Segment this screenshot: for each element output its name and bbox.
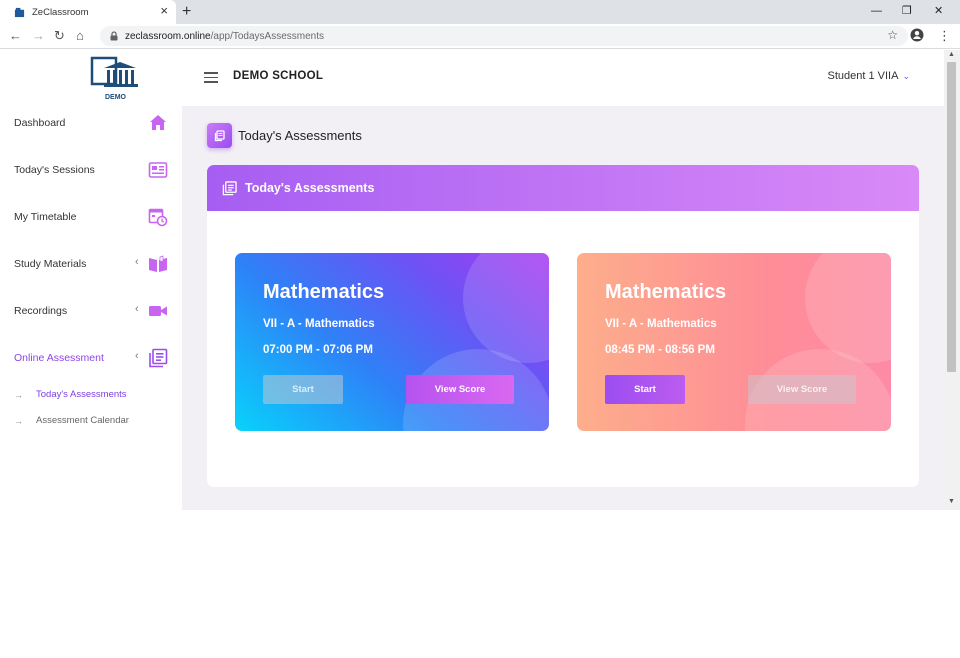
url-path: /app/TodaysAssessments — [210, 30, 324, 42]
minimize-button[interactable]: — — [871, 3, 882, 19]
sidebar-subitem-label: Today's Assessments — [36, 389, 127, 400]
profile-icon[interactable] — [910, 28, 924, 46]
sidebar-subitem-assessment-calendar[interactable]: → Assessment Calendar — [14, 415, 129, 426]
sidebar-item-recordings[interactable]: Recordings ‹ — [14, 299, 174, 323]
assessment-time: 07:00 PM - 07:06 PM — [263, 344, 373, 356]
browser-tabstrip: ZeClassroom × + — ❐ ✕ — [0, 0, 960, 24]
lock-icon — [110, 31, 118, 41]
panel-header: Today's Assessments — [207, 165, 919, 211]
browser-menu-icon[interactable]: ⋮ — [938, 28, 951, 44]
sidebar-subitem-todays-assessments[interactable]: → Today's Assessments — [14, 389, 127, 400]
sidebar: DEMO Dashboard Today's Sessions My Timet… — [0, 50, 182, 510]
video-icon — [149, 306, 167, 316]
sidebar-item-my-timetable[interactable]: My Timetable — [14, 205, 174, 229]
assessment-time: 08:45 PM - 08:56 PM — [605, 344, 715, 356]
page-title: Today's Assessments — [238, 128, 362, 143]
school-logo: DEMO — [90, 56, 138, 101]
scroll-up-arrow-icon[interactable]: ▲ — [948, 51, 955, 58]
view-score-button[interactable]: View Score — [406, 375, 514, 404]
chevron-left-icon: ‹ — [135, 303, 139, 315]
chevron-left-icon: ‹ — [135, 256, 139, 268]
sidebar-item-todays-sessions[interactable]: Today's Sessions — [14, 158, 174, 182]
user-name: Student 1 VIIA — [827, 70, 899, 82]
chevron-left-icon: ‹ — [135, 350, 139, 362]
arrow-right-icon: → — [14, 389, 23, 400]
browser-tab[interactable]: ZeClassroom × — [0, 0, 176, 24]
sidebar-item-label: Today's Sessions — [14, 164, 95, 176]
assessment-card: Mathematics VII - A - Mathematics 07:00 … — [235, 253, 549, 431]
assessment-subject: Mathematics — [263, 281, 385, 303]
assessment-icon — [149, 348, 168, 368]
address-bar[interactable]: zeclassroom.online/app/TodaysAssessments… — [100, 26, 908, 46]
sidebar-item-label: Online Assessment — [14, 352, 104, 364]
assessment-subject: Mathematics — [605, 281, 727, 303]
sidebar-item-label: Study Materials — [14, 258, 87, 270]
sidebar-item-dashboard[interactable]: Dashboard — [14, 111, 174, 135]
app: DEMO Dashboard Today's Sessions My Timet… — [0, 50, 944, 510]
reload-button[interactable]: ↻ — [54, 28, 65, 44]
sidebar-item-online-assessment[interactable]: Online Assessment ‹ — [14, 346, 174, 370]
tab-close-icon[interactable]: × — [160, 4, 168, 18]
sidebar-item-study-materials[interactable]: Study Materials ‹ — [14, 252, 174, 276]
new-tab-button[interactable]: + — [182, 2, 191, 22]
assessment-list-icon — [222, 180, 237, 195]
panel-title: Today's Assessments — [245, 181, 375, 195]
logo-text: DEMO — [105, 94, 127, 101]
arrow-right-icon: → — [14, 415, 23, 426]
chevron-down-icon: ⌄ — [902, 71, 910, 81]
decorative-circle — [463, 253, 549, 363]
favicon-icon — [14, 7, 25, 17]
home-icon — [150, 115, 166, 130]
bookmark-star-icon[interactable]: ☆ — [887, 28, 898, 42]
restore-button[interactable]: ❐ — [902, 3, 912, 19]
start-button[interactable]: Start — [605, 375, 685, 404]
assessments-panel: Today's Assessments Mathematics VII - A … — [207, 165, 919, 487]
user-menu[interactable]: Student 1 VIIA ⌄ — [828, 70, 910, 82]
assessment-class: VII - A - Mathematics — [263, 318, 375, 330]
sidebar-subitem-label: Assessment Calendar — [36, 415, 129, 426]
back-button[interactable]: ← — [9, 28, 22, 44]
url-host: zeclassroom.online — [125, 30, 211, 42]
timetable-icon — [148, 208, 168, 227]
main-content: Today's Assessments Today's Assessments … — [182, 106, 944, 510]
close-window-button[interactable]: ✕ — [934, 3, 943, 19]
app-header: DEMO SCHOOL Student 1 VIIA ⌄ — [182, 50, 944, 106]
sessions-icon — [148, 162, 168, 178]
hamburger-menu-icon[interactable] — [204, 72, 218, 83]
decorative-circle — [805, 253, 891, 363]
sidebar-item-label: Recordings — [14, 305, 68, 317]
page-title-icon — [207, 123, 232, 148]
page-scrollbar[interactable]: ▲ ▼ — [944, 50, 960, 510]
scroll-down-arrow-icon[interactable]: ▼ — [948, 498, 955, 505]
home-button[interactable]: ⌂ — [76, 28, 84, 44]
view-score-button[interactable]: View Score — [748, 375, 856, 404]
browser-toolbar: ← → ↻ ⌂ zeclassroom.online/app/TodaysAss… — [0, 24, 960, 49]
book-icon — [149, 255, 167, 272]
start-button[interactable]: Start — [263, 375, 343, 404]
scrollbar-thumb[interactable] — [947, 62, 956, 372]
assessment-card: Mathematics VII - A - Mathematics 08:45 … — [577, 253, 891, 431]
sidebar-item-label: My Timetable — [14, 211, 77, 223]
tab-title: ZeClassroom — [32, 6, 89, 18]
forward-button[interactable]: → — [32, 28, 45, 44]
school-name: DEMO SCHOOL — [233, 70, 324, 82]
sidebar-item-label: Dashboard — [14, 117, 66, 129]
assessment-class: VII - A - Mathematics — [605, 318, 717, 330]
